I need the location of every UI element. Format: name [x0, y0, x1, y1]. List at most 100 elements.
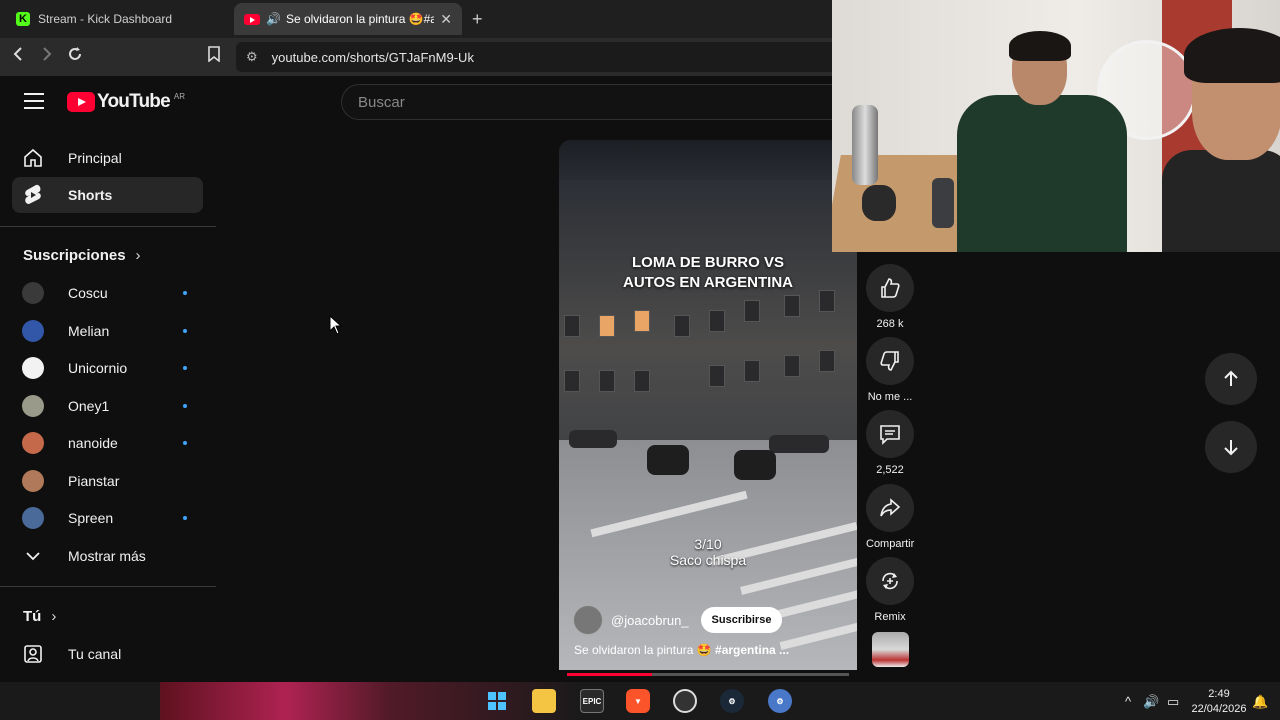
search-input[interactable]: Buscar: [341, 84, 836, 120]
thermos-image: [852, 105, 878, 185]
webcam-overlay: [832, 0, 1280, 252]
video-overlay-title: LOMA DE BURRO VS AUTOS EN ARGENTINA: [559, 253, 857, 293]
country-code: AR: [173, 91, 185, 101]
site-settings-icon[interactable]: ⚙: [246, 49, 258, 65]
avatar: [22, 469, 44, 492]
like-icon: [866, 264, 914, 312]
show-more-label: Mostrar más: [68, 548, 146, 564]
subscription-name: Oney1: [68, 397, 110, 414]
chevron-right-icon: ›: [135, 247, 141, 264]
subscription-item[interactable]: nanoide: [12, 425, 203, 461]
new-content-dot: [183, 441, 187, 445]
epic-games-icon[interactable]: EPIC: [580, 689, 604, 713]
remix-label: Remix: [874, 611, 906, 623]
menu-icon[interactable]: [24, 93, 44, 109]
subscription-name: Pianstar: [68, 472, 120, 489]
you-heading[interactable]: Tú ›: [23, 608, 56, 625]
obs-icon[interactable]: [673, 689, 697, 713]
chevron-down-icon: [22, 545, 44, 567]
subscription-name: Melian: [68, 322, 110, 339]
caption-hashtag[interactable]: #argentina ...: [715, 643, 789, 657]
sound-thumbnail[interactable]: [872, 632, 909, 667]
clock-time: 2:49: [1208, 688, 1230, 700]
subscriptions-title: Suscripciones: [23, 247, 126, 264]
sidebar-divider: [0, 226, 216, 227]
sidebar-item-label: Tu canal: [68, 646, 122, 662]
overlay-line-1: LOMA DE BURRO VS: [632, 254, 784, 271]
subscription-item[interactable]: Coscu: [12, 275, 203, 311]
new-tab-button[interactable]: +: [472, 9, 483, 30]
youtube-play-icon: [67, 92, 95, 112]
new-content-dot: [183, 328, 187, 333]
subscription-name: Coscu: [68, 285, 108, 301]
sidebar-item-shorts[interactable]: Shorts: [12, 177, 203, 213]
forward-button[interactable]: [35, 46, 57, 67]
sidebar-item-label: Principal: [68, 150, 122, 166]
previous-short-button[interactable]: [1205, 353, 1257, 405]
short-video-player[interactable]: LOMA DE BURRO VS AUTOS EN ARGENTINA 3/10…: [559, 140, 857, 670]
show-more-button[interactable]: Mostrar más: [12, 538, 203, 574]
chevron-right-icon: ›: [51, 608, 57, 625]
volume-icon[interactable]: 🔊: [1143, 694, 1159, 710]
person-left: [957, 31, 1157, 252]
close-icon[interactable]: ✕: [440, 11, 452, 28]
video-overlay-rating: 3/10 Saco chispa: [559, 536, 857, 568]
mate-image: [862, 185, 896, 221]
channel-name[interactable]: @joacobrun_: [611, 613, 689, 628]
settings-icon[interactable]: ⚙: [768, 689, 792, 713]
avatar[interactable]: [573, 605, 603, 635]
share-button[interactable]: Compartir: [866, 484, 914, 550]
windows-start-icon[interactable]: [485, 689, 509, 713]
subscriptions-heading[interactable]: Suscripciones ›: [23, 247, 141, 264]
remix-button[interactable]: Remix: [866, 557, 914, 623]
youtube-logo[interactable]: YouTube AR: [67, 91, 185, 113]
file-explorer-icon[interactable]: [532, 689, 556, 713]
comments-button[interactable]: 2,522: [866, 410, 914, 476]
tab-title: Stream - Kick Dashboard: [38, 12, 173, 26]
tab-title: Se olvidaron la pintura 🤩#ar: [285, 12, 435, 26]
rating-score: 3/10: [694, 536, 722, 552]
subscribe-button[interactable]: Suscribirse: [700, 607, 783, 633]
sidebar-item-your-channel[interactable]: Tu canal: [12, 636, 203, 672]
sidebar-item-principal[interactable]: Principal: [12, 140, 203, 176]
subscription-item[interactable]: Melian: [12, 313, 203, 349]
bookmark-icon[interactable]: [203, 46, 225, 67]
avatar: [22, 394, 44, 417]
steam-icon[interactable]: ⚙: [720, 689, 744, 713]
remix-icon: [866, 557, 914, 605]
comment-count: 2,522: [876, 464, 904, 476]
tray-chevron-up-icon[interactable]: ^: [1125, 694, 1131, 709]
dislike-label: No me ...: [867, 391, 913, 403]
brave-browser-icon[interactable]: ▼: [626, 689, 650, 713]
subscription-item[interactable]: Oney1: [12, 388, 203, 424]
subscription-item[interactable]: Spreen: [12, 500, 203, 536]
reload-button[interactable]: [64, 46, 86, 67]
sidebar-divider: [0, 586, 216, 587]
subscription-item[interactable]: Pianstar: [12, 463, 203, 499]
next-short-button[interactable]: [1205, 421, 1257, 473]
video-progress-bar[interactable]: [567, 673, 849, 676]
back-button[interactable]: [8, 46, 30, 67]
dislike-button[interactable]: No me ...: [866, 337, 914, 403]
avatar: [22, 357, 44, 379]
tab-kick-dashboard[interactable]: K Stream - Kick Dashboard: [6, 3, 230, 35]
new-content-dot: [183, 516, 187, 520]
avatar: [22, 319, 44, 342]
notification-bell-icon[interactable]: 🔔: [1252, 694, 1268, 710]
video-caption[interactable]: Se olvidaron la pintura 🤩 #argentina ...: [574, 643, 789, 657]
taskbar-clock[interactable]: 2:49 22/04/2026: [1188, 687, 1250, 717]
tab-youtube-short[interactable]: 🔊 Se olvidaron la pintura 🤩#ar ✕: [234, 3, 462, 35]
avatar: [22, 432, 44, 454]
dislike-icon: [866, 337, 914, 385]
speaker-icon[interactable]: 🔊: [266, 12, 281, 26]
new-content-dot: [183, 366, 187, 370]
you-title: Tú: [23, 608, 42, 625]
logo-text: YouTube: [97, 91, 171, 112]
avatar: [22, 507, 44, 529]
network-icon[interactable]: ▭: [1167, 694, 1179, 710]
mouse-cursor-icon: [329, 315, 343, 335]
address-bar[interactable]: ⚙ youtube.com/shorts/GTJaFnM9-Uk: [236, 42, 836, 72]
like-button[interactable]: 268 k: [866, 264, 914, 330]
subscription-item[interactable]: Unicornio: [12, 350, 203, 386]
taskbar-wallpaper: [160, 682, 580, 720]
